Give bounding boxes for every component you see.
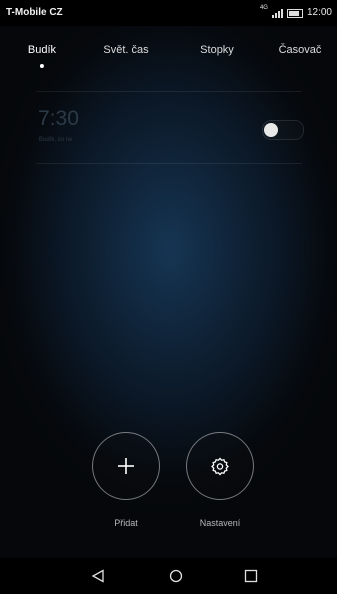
alarm-toggle[interactable] [262,120,304,140]
battery-icon [286,8,303,18]
signal-icon [271,8,283,18]
network-type-badge: 4G [259,5,268,11]
navigation-bar [0,558,337,594]
tab-alarm[interactable]: Budík [27,44,57,68]
gear-icon [211,457,229,476]
tab-alarm-label: Budík [27,44,57,56]
tab-world-clock[interactable]: Svět. čas [103,44,148,56]
plus-icon [118,458,134,474]
add-alarm-label: Přidat [114,518,138,528]
tab-timer[interactable]: Časovač [279,44,322,56]
home-button[interactable] [165,566,187,586]
carrier-name: T-Mobile CZ [6,7,63,18]
active-tab-indicator [39,64,44,68]
tab-timer-label: Časovač [278,44,322,56]
settings-button[interactable] [186,432,254,500]
clock-app-screen: T-Mobile CZ 4G 12:00 Budík Svět. čas Sto… [0,0,337,594]
status-bar: T-Mobile CZ 4G 12:00 [0,0,337,26]
alarm-item[interactable]: 7:30 Budík, so ne [0,92,337,162]
add-alarm-button[interactable] [92,432,160,500]
alarm-repeat-label: Budík, so ne [39,137,73,143]
settings-label: Nastavení [199,518,241,528]
alarm-time: 7:30 [38,107,79,130]
status-icons: 4G 12:00 [260,0,332,26]
tab-stopwatch-label: Stopky [200,44,234,56]
recents-square-icon [244,569,258,583]
divider [36,163,302,164]
toggle-knob [264,123,278,137]
tab-world-clock-label: Svět. čas [103,44,149,56]
recents-button[interactable] [240,566,262,586]
tab-stopwatch[interactable]: Stopky [200,44,234,56]
clock-time: 12:00 [306,7,332,18]
back-triangle-icon [91,569,104,583]
back-button[interactable] [87,566,109,586]
tab-bar: Budík Svět. čas Stopky Časovač [0,44,337,74]
home-circle-icon [169,569,183,583]
